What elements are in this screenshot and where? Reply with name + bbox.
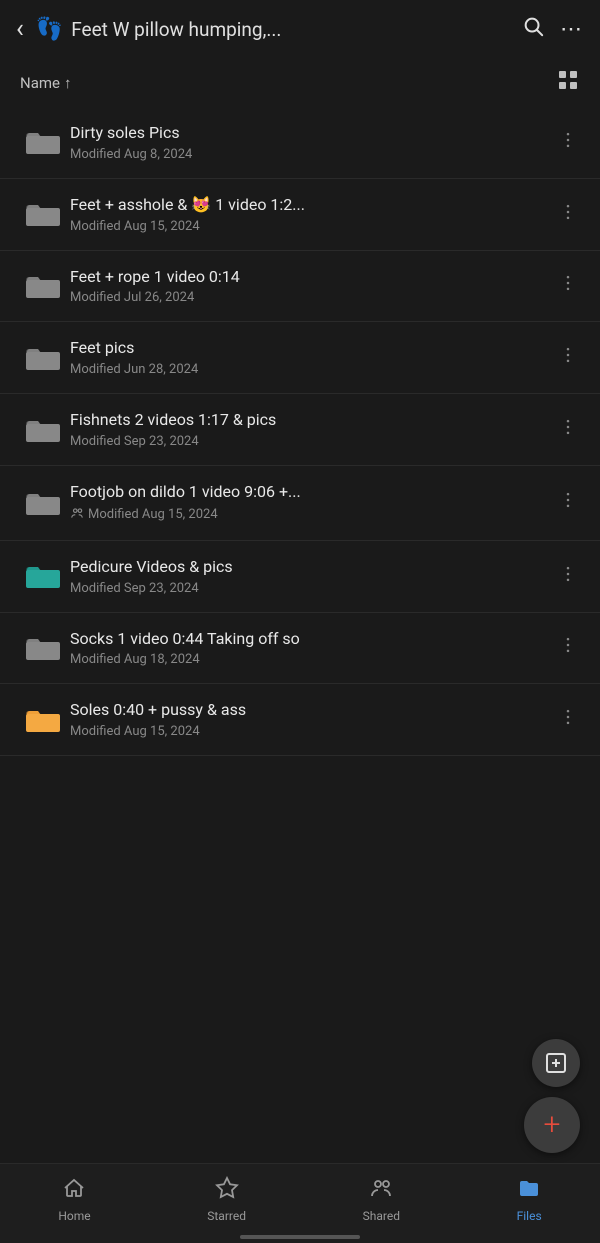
shared-icon <box>369 1176 393 1206</box>
folder-icon <box>20 344 66 372</box>
folder-icon <box>20 562 66 590</box>
home-indicator <box>240 1235 360 1239</box>
file-name: Socks 1 video 0:44 Taking off so <box>70 629 552 650</box>
file-name: Dirty soles Pics <box>70 123 552 144</box>
list-item[interactable]: Feet + rope 1 video 0:14 Modified Jul 26,… <box>0 251 600 323</box>
list-item[interactable]: Feet pics Modified Jun 28, 2024 <box>0 322 600 394</box>
file-info: Dirty soles Pics Modified Aug 8, 2024 <box>66 123 552 162</box>
list-item[interactable]: Fishnets 2 videos 1:17 & pics Modified Se… <box>0 394 600 466</box>
file-name: Feet pics <box>70 338 552 359</box>
folder-icon <box>20 272 66 300</box>
search-button[interactable] <box>522 15 544 43</box>
file-name: Footjob on dildo 1 video 9:06 +... <box>70 482 552 503</box>
file-meta: Modified Sep 23, 2024 <box>70 434 552 449</box>
sort-label[interactable]: Name ↑ <box>20 74 71 92</box>
app-header: ‹ 👣 Feet W pillow humping,... ⋯ <box>0 0 600 58</box>
file-more-button[interactable] <box>552 341 584 374</box>
sort-bar: Name ↑ <box>0 58 600 107</box>
file-name: Soles 0:40 + pussy & ass <box>70 700 552 721</box>
nav-shared[interactable]: Shared <box>343 1172 420 1227</box>
sort-arrow-icon: ↑ <box>64 74 72 92</box>
more-options-button[interactable]: ⋯ <box>560 17 584 42</box>
file-more-button[interactable] <box>552 486 584 519</box>
modified-date: Modified Aug 15, 2024 <box>88 507 218 522</box>
bottom-nav: Home Starred Shared Files <box>0 1163 600 1243</box>
home-icon <box>62 1176 86 1206</box>
fab-primary-button[interactable]: + <box>524 1097 580 1153</box>
sort-label-text: Name <box>20 74 60 92</box>
file-info: Feet + asshole & 😻 1 video 1:2... Modifie… <box>66 195 552 234</box>
file-list: Dirty soles Pics Modified Aug 8, 2024 Fee… <box>0 107 600 856</box>
file-meta: Modified Sep 23, 2024 <box>70 581 552 596</box>
file-meta: Modified Aug 18, 2024 <box>70 652 552 667</box>
back-button[interactable]: ‹ <box>16 14 24 44</box>
folder-icon <box>20 489 66 517</box>
modified-date: Modified Jul 26, 2024 <box>70 290 194 305</box>
file-name: Pedicure Videos & pics <box>70 557 552 578</box>
file-info: Footjob on dildo 1 video 9:06 +... Modifi… <box>66 482 552 524</box>
file-meta: Modified Aug 15, 2024 <box>70 724 552 739</box>
file-more-button[interactable] <box>552 269 584 302</box>
list-item[interactable]: Pedicure Videos & pics Modified Sep 23, 2… <box>0 541 600 613</box>
file-more-button[interactable] <box>552 703 584 736</box>
file-more-button[interactable] <box>552 631 584 664</box>
files-icon <box>517 1176 541 1206</box>
folder-icon <box>20 634 66 662</box>
nav-home[interactable]: Home <box>38 1172 110 1227</box>
modified-date: Modified Aug 8, 2024 <box>70 147 192 162</box>
nav-home-label: Home <box>58 1209 90 1223</box>
modified-date: Modified Sep 23, 2024 <box>70 581 199 596</box>
file-more-button[interactable] <box>552 198 584 231</box>
file-more-button[interactable] <box>552 560 584 593</box>
nav-files[interactable]: Files <box>497 1172 562 1227</box>
folder-icon <box>20 200 66 228</box>
list-item[interactable]: Soles 0:40 + pussy & ass Modified Aug 15,… <box>0 684 600 756</box>
header-title: Feet W pillow humping,... <box>71 18 506 41</box>
file-meta: Modified Aug 15, 2024 <box>70 506 552 524</box>
starred-icon <box>215 1176 239 1206</box>
file-more-button[interactable] <box>552 413 584 446</box>
folder-icon <box>20 416 66 444</box>
fab-secondary-button[interactable] <box>532 1039 580 1087</box>
modified-date: Modified Jun 28, 2024 <box>70 362 198 377</box>
file-info: Socks 1 video 0:44 Taking off so Modified… <box>66 629 552 668</box>
file-meta: Modified Aug 15, 2024 <box>70 219 552 234</box>
list-item[interactable]: Socks 1 video 0:44 Taking off so Modified… <box>0 613 600 685</box>
file-meta: Modified Aug 8, 2024 <box>70 147 552 162</box>
file-info: Feet pics Modified Jun 28, 2024 <box>66 338 552 377</box>
file-info: Feet + rope 1 video 0:14 Modified Jul 26,… <box>66 267 552 306</box>
shared-people-icon <box>70 506 84 524</box>
list-item[interactable]: Feet + asshole & 😻 1 video 1:2... Modifie… <box>0 179 600 251</box>
file-info: Fishnets 2 videos 1:17 & pics Modified Se… <box>66 410 552 449</box>
file-name: Feet + rope 1 video 0:14 <box>70 267 552 288</box>
folder-icon <box>20 128 66 156</box>
file-meta: Modified Jul 26, 2024 <box>70 290 552 305</box>
nav-starred[interactable]: Starred <box>187 1172 266 1227</box>
fab-area: + <box>524 1039 580 1153</box>
modified-date: Modified Aug 15, 2024 <box>70 724 200 739</box>
file-name: Fishnets 2 videos 1:17 & pics <box>70 410 552 431</box>
file-info: Pedicure Videos & pics Modified Sep 23, 2… <box>66 557 552 596</box>
grid-view-button[interactable] <box>556 68 580 97</box>
header-folder-icon: 👣 <box>36 17 63 42</box>
folder-icon <box>20 706 66 734</box>
modified-date: Modified Aug 18, 2024 <box>70 652 200 667</box>
nav-starred-label: Starred <box>207 1209 246 1223</box>
modified-date: Modified Sep 23, 2024 <box>70 434 199 449</box>
list-item[interactable]: Footjob on dildo 1 video 9:06 +... Modifi… <box>0 466 600 541</box>
modified-date: Modified Aug 15, 2024 <box>70 219 200 234</box>
file-name: Feet + asshole & 😻 1 video 1:2... <box>70 195 552 216</box>
nav-shared-label: Shared <box>363 1209 400 1223</box>
file-info: Soles 0:40 + pussy & ass Modified Aug 15,… <box>66 700 552 739</box>
file-more-button[interactable] <box>552 126 584 159</box>
list-item[interactable]: Dirty soles Pics Modified Aug 8, 2024 <box>0 107 600 179</box>
nav-files-label: Files <box>517 1209 542 1223</box>
file-meta: Modified Jun 28, 2024 <box>70 362 552 377</box>
